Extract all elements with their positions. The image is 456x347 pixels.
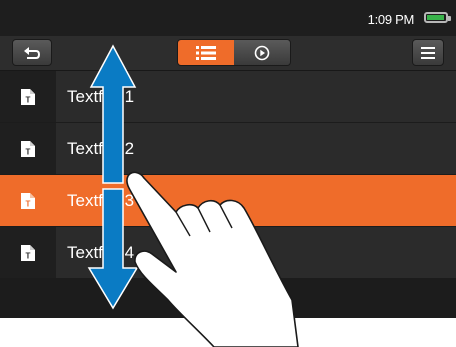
hand-swipe-icon xyxy=(126,171,299,347)
gesture-overlay xyxy=(87,44,299,347)
